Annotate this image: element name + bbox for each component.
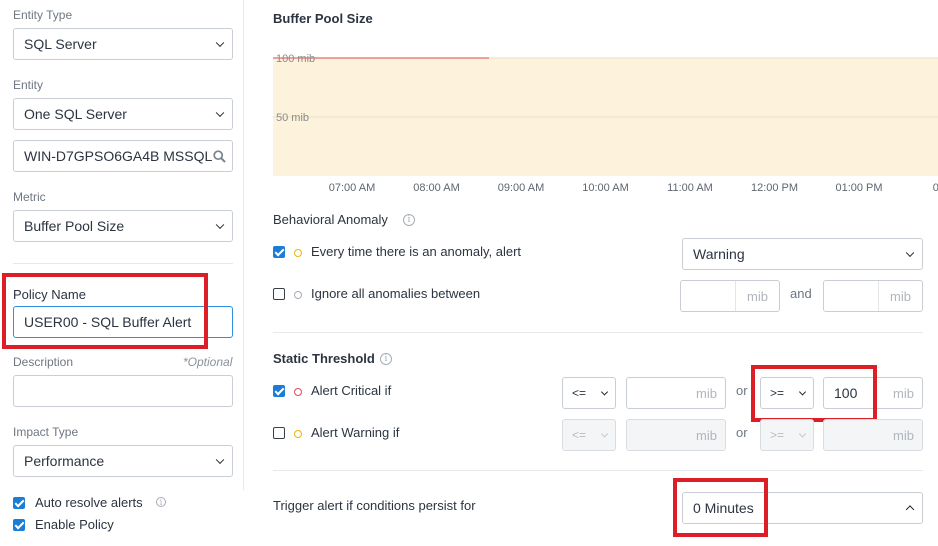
unit-label: mib [893, 427, 914, 443]
ignore-anomalies-label: Ignore all anomalies between [311, 286, 481, 301]
warning-op1-select[interactable]: <= [562, 419, 616, 451]
critical-value1-input[interactable]: mib [626, 377, 726, 409]
warning-value2-input[interactable]: mib [823, 419, 923, 451]
optional-label: *Optional [183, 355, 233, 369]
highlight-box [2, 273, 208, 349]
chevron-down-icon [215, 455, 225, 465]
highlight-box [673, 478, 768, 537]
anomaly-severity-select[interactable]: Warning [682, 238, 923, 270]
critical-dot-icon [294, 388, 302, 396]
chevron-down-icon [798, 430, 807, 438]
chevron-down-icon [600, 388, 609, 396]
chevron-down-icon [215, 220, 225, 230]
chevron-up-icon [905, 505, 915, 514]
warning-value1-input[interactable]: mib [626, 419, 726, 451]
anomaly-alert-label: Every time there is an anomaly, alert [311, 244, 522, 259]
entity-select[interactable]: One SQL Server [13, 98, 233, 130]
entity-type-value: SQL Server [24, 36, 97, 52]
critical-op1-value: <= [572, 386, 587, 400]
x-tick-label: 09:00 AM [498, 182, 544, 194]
search-icon[interactable] [213, 150, 226, 163]
entity-search-input[interactable]: WIN-D7GPSO6GA4B MSSQL [13, 140, 233, 172]
chevron-down-icon [905, 248, 915, 258]
chart-title: Buffer Pool Size [273, 11, 373, 26]
anomaly-alert-checkbox[interactable] [273, 246, 285, 258]
enable-policy-label: Enable Policy [35, 517, 114, 532]
x-tick-label: 08:00 AM [413, 182, 459, 194]
auto-resolve-label: Auto resolve alerts [35, 495, 143, 510]
y-tick-label: 50 mib [276, 112, 309, 124]
and-label: and [790, 286, 812, 301]
warning-op2-value: >= [770, 428, 785, 442]
highlight-box [751, 365, 877, 422]
or-label: or [736, 425, 748, 440]
divider [273, 470, 923, 471]
metric-value: Buffer Pool Size [24, 218, 125, 234]
warning-op1-value: <= [572, 428, 587, 442]
entity-value: One SQL Server [24, 106, 127, 122]
behavioral-title: Behavioral Anomaly [273, 212, 388, 227]
anomaly-severity-value: Warning [693, 246, 745, 262]
unit-label: mib [696, 427, 717, 443]
chevron-down-icon [215, 108, 225, 118]
critical-checkbox[interactable] [273, 385, 285, 397]
entity-type-label: Entity Type [13, 8, 73, 22]
trigger-label: Trigger alert if conditions persist for [273, 498, 476, 513]
metric-label: Metric [13, 190, 46, 204]
or-label: or [736, 383, 748, 398]
ignore-min-input[interactable]: mib [680, 280, 780, 312]
impact-type-select[interactable]: Performance [13, 445, 233, 477]
unit-label: mib [735, 281, 779, 311]
critical-label: Alert Critical if [311, 383, 392, 398]
panel-divider [243, 0, 244, 490]
entity-search-value: WIN-D7GPSO6GA4B MSSQL [24, 148, 213, 164]
unit-label: mib [878, 281, 922, 311]
static-threshold-title: Static Threshold [273, 351, 375, 366]
divider [273, 332, 923, 333]
x-tick-label: 01:00 PM [835, 182, 882, 194]
unit-label: mib [696, 385, 717, 401]
x-tick-label: 11:00 AM [667, 182, 713, 194]
neutral-dot-icon [294, 291, 302, 299]
info-icon[interactable]: i [156, 497, 166, 507]
x-tick-label: 07:00 AM [329, 182, 375, 194]
y-tick-label: 100 mib [276, 53, 315, 65]
info-icon[interactable]: i [403, 214, 415, 226]
auto-resolve-checkbox[interactable] [13, 497, 25, 509]
warning-checkbox[interactable] [273, 427, 285, 439]
x-tick-label: 02:0 [933, 182, 938, 194]
warning-label: Alert Warning if [311, 425, 400, 440]
warning-dot-icon [294, 249, 302, 257]
description-label: Description [13, 355, 74, 369]
impact-type-label: Impact Type [13, 425, 79, 439]
divider [13, 263, 233, 264]
chevron-down-icon [215, 38, 225, 48]
unit-label: mib [893, 385, 914, 401]
x-tick-label: 12:00 PM [751, 182, 798, 194]
impact-type-value: Performance [24, 453, 105, 469]
ignore-anomalies-checkbox[interactable] [273, 288, 285, 300]
info-icon[interactable]: i [380, 353, 392, 365]
entity-type-select[interactable]: SQL Server [13, 28, 233, 60]
entity-label: Entity [13, 78, 44, 92]
enable-policy-checkbox[interactable] [13, 519, 25, 531]
x-tick-label: 10:00 AM [582, 182, 628, 194]
critical-op1-select[interactable]: <= [562, 377, 616, 409]
warning-dot-icon [294, 430, 302, 438]
ignore-max-input[interactable]: mib [823, 280, 923, 312]
metric-select[interactable]: Buffer Pool Size [13, 210, 233, 242]
warning-op2-select[interactable]: >= [760, 419, 814, 451]
chevron-down-icon [600, 430, 609, 438]
buffer-pool-chart: 100 mib 50 mib 07:00 AM 08:00 AM 09:00 AM 1… [273, 53, 938, 194]
description-input[interactable] [13, 375, 233, 407]
